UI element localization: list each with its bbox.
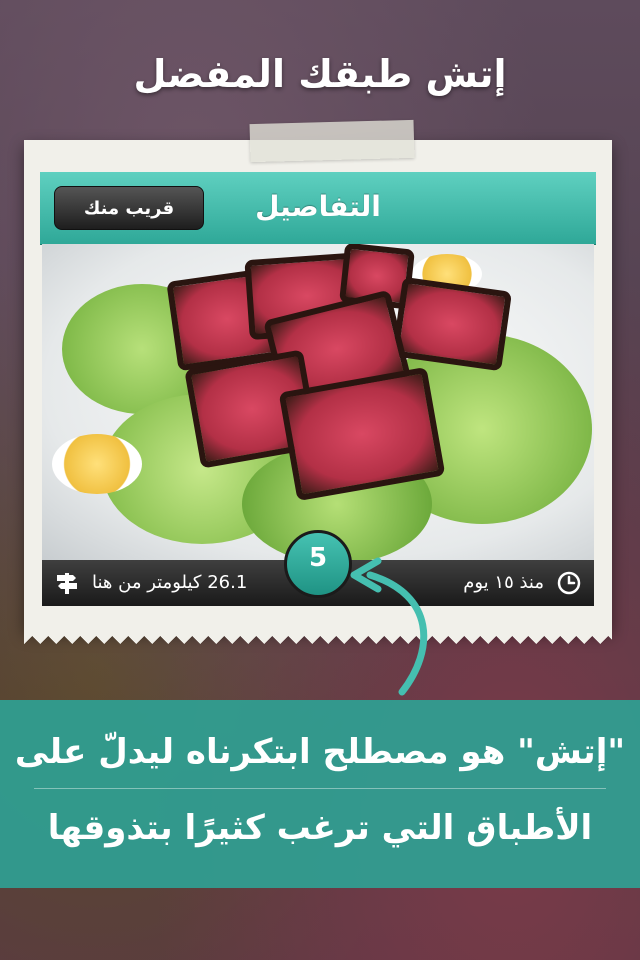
dish-photo xyxy=(42,244,594,560)
back-button[interactable]: قريب منك xyxy=(54,186,204,230)
navbar: التفاصيل قريب منك xyxy=(40,172,596,245)
clock-icon xyxy=(557,571,581,595)
card-torn-edge xyxy=(24,628,612,644)
time-text: منذ ١٥ يوم xyxy=(463,572,544,593)
banner-line-2: الأطباق التي ترغب كثيرًا بتذوقها xyxy=(47,808,593,848)
rating-count: 5 xyxy=(308,543,328,573)
banner-line-1: "إتش" هو مصطلح ابتكرناه ليدلّ على xyxy=(14,732,626,772)
tape-decoration xyxy=(249,119,415,163)
info-banner: "إتش" هو مصطلح ابتكرناه ليدلّ على الأطبا… xyxy=(0,700,640,888)
pointer-arrow xyxy=(350,557,428,696)
signpost-icon xyxy=(57,573,77,594)
distance-text: 26.1 كيلومتر من هنا xyxy=(92,572,248,593)
banner-divider xyxy=(34,788,606,789)
headline: إتش طبقك المفضل xyxy=(133,52,507,96)
